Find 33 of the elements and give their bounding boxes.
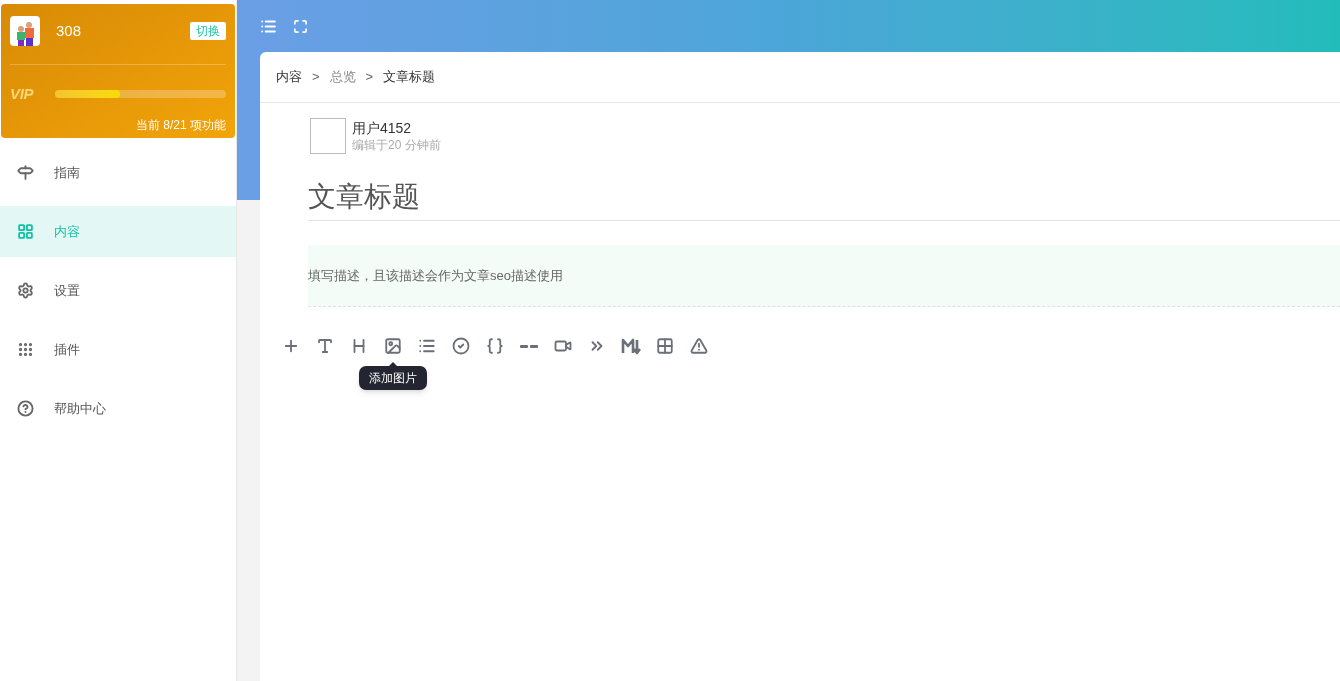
broken-image-icon [310, 118, 346, 154]
braces-icon [486, 337, 504, 355]
settings-icon [17, 282, 34, 299]
dots-grid-icon [17, 341, 34, 358]
text-icon [316, 337, 334, 355]
nav-item[interactable]: 帮助中心 [0, 383, 236, 434]
warning-icon [690, 337, 708, 355]
description-field[interactable]: 填写描述，且该描述会作为文章seo描述使用 [308, 245, 1340, 307]
list-icon [418, 337, 436, 355]
dashes-icon [520, 344, 538, 348]
help-icon [17, 400, 34, 417]
nav-item[interactable]: 指南 [0, 147, 236, 198]
nav-item[interactable]: 设置 [0, 265, 236, 316]
table-icon [656, 337, 674, 355]
breadcrumb-link[interactable]: 文章标题 [383, 67, 436, 87]
markdown-icon [621, 337, 641, 355]
vip-label: VIP [10, 84, 35, 104]
author-name: 用户4152 [352, 119, 413, 137]
plus-icon [282, 337, 300, 355]
edit-time: 编辑于20 分钟前 [352, 136, 441, 153]
grid-icon [17, 223, 34, 240]
breadcrumb-link[interactable]: 内容 [276, 67, 302, 87]
breadcrumb-separator: > [365, 68, 374, 87]
image-icon [384, 337, 402, 355]
nav-item[interactable]: 插件 [0, 324, 236, 375]
fullscreen-icon[interactable] [293, 18, 308, 34]
breadcrumb-link[interactable]: 总览 [329, 67, 356, 87]
signpost-icon [17, 164, 34, 181]
user-name: 308 [56, 20, 82, 41]
progress-text: 当前 8/21 项功能 [135, 116, 226, 134]
article-title: 文章标题 [308, 180, 420, 214]
check-circle-icon [452, 337, 470, 355]
breadcrumb-separator: > [312, 68, 320, 87]
